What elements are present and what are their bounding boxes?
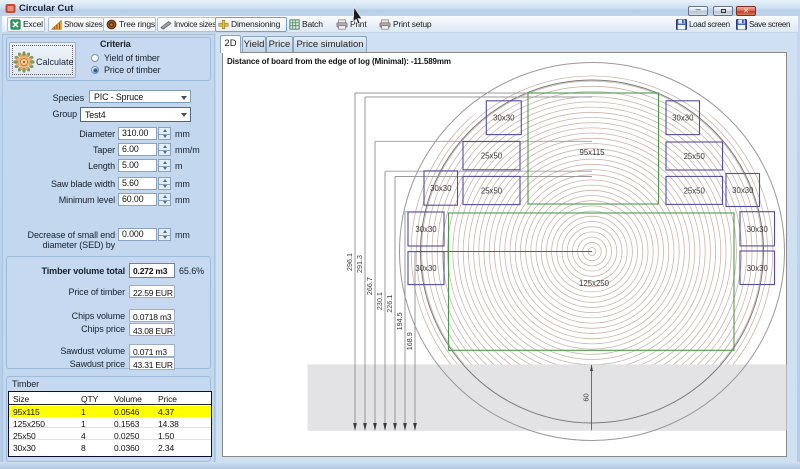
svg-text:25x50: 25x50 — [684, 152, 706, 161]
svg-text:30x30: 30x30 — [415, 264, 437, 273]
svg-text:291.3: 291.3 — [355, 255, 364, 273]
svg-text:30x30: 30x30 — [732, 186, 754, 195]
svg-text:125x250: 125x250 — [579, 279, 610, 288]
svg-text:30x30: 30x30 — [415, 225, 437, 234]
svg-text:194.5: 194.5 — [395, 312, 404, 330]
svg-text:30x30: 30x30 — [747, 264, 769, 273]
svg-text:30x30: 30x30 — [430, 184, 452, 193]
svg-text:60: 60 — [582, 393, 591, 401]
svg-text:30x30: 30x30 — [747, 225, 769, 234]
svg-text:230.1: 230.1 — [375, 292, 384, 310]
svg-text:25x50: 25x50 — [684, 186, 706, 195]
svg-text:226.1: 226.1 — [385, 295, 394, 313]
svg-text:266.7: 266.7 — [365, 277, 374, 295]
svg-text:95x115: 95x115 — [579, 148, 605, 157]
svg-text:Distance of board from the edg: Distance of board from the edge of log (… — [227, 57, 451, 66]
svg-text:168.9: 168.9 — [405, 332, 414, 350]
svg-text:30x30: 30x30 — [493, 114, 515, 123]
svg-text:25x50: 25x50 — [481, 187, 503, 196]
svg-text:25x50: 25x50 — [481, 152, 503, 161]
svg-text:30x30: 30x30 — [672, 114, 694, 123]
svg-text:296.1: 296.1 — [345, 253, 354, 271]
